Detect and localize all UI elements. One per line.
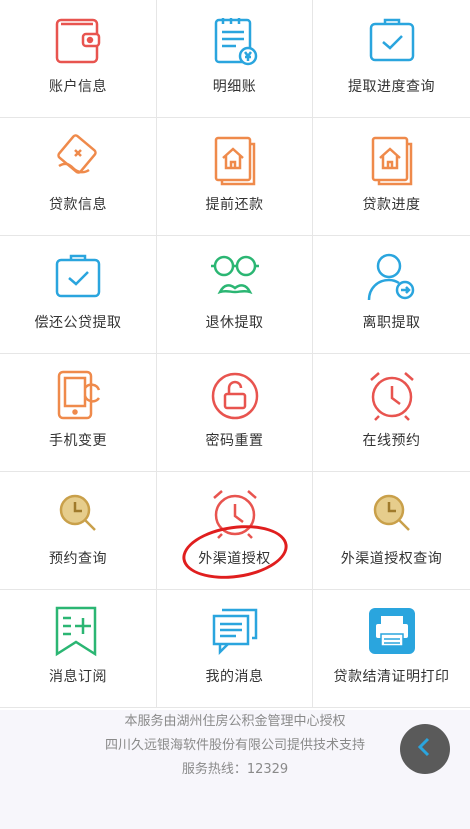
menu-item-external-channel-auth-query[interactable]: 外渠道授权查询 [313,472,470,590]
menu-item-message-subscribe[interactable]: 消息订阅 [0,590,157,708]
wallet-icon [51,14,105,68]
chevron-left-icon [414,736,436,762]
menu-item-phone-change[interactable]: 手机变更 [0,354,157,472]
menu-item-label: 离职提取 [362,315,421,331]
menu-item-withdraw-progress[interactable]: 提取进度查询 [313,0,470,118]
menu-item-label: 在线预约 [362,433,421,449]
menu-item-label: 提取进度查询 [348,79,435,95]
footer: 本服务由湖州住房公积金管理中心授权 四川久远银海软件股份有限公司提供技术支持 服… [0,710,470,829]
menu-item-label: 消息订阅 [49,669,107,685]
menu-item-ledger[interactable]: 明细账 [157,0,313,118]
menu-item-label: 贷款结清证明打印 [333,669,450,685]
footer-hotline: 服务热线：12329 [181,762,289,777]
menu-item-online-booking[interactable]: 在线预约 [313,354,470,472]
menu-item-label: 预约查询 [49,551,107,567]
messages-icon [208,604,262,658]
menu-item-label: 手机变更 [49,433,107,449]
menu-item-my-messages[interactable]: 我的消息 [157,590,313,708]
menu-item-label: 密码重置 [205,433,264,449]
menu-item-loan-settlement-print[interactable]: 贷款结清证明打印 [313,590,470,708]
unlock-icon [208,368,262,422]
search-clock-icon [365,486,419,540]
search-clock-icon [51,486,105,540]
menu-item-resignation-withdraw[interactable]: 离职提取 [313,236,470,354]
menu-item-label: 明细账 [212,79,257,95]
house-document-icon [208,132,262,186]
alarm-clock-icon [208,486,262,540]
clipboard-check-icon [365,14,419,68]
menu-item-loan-progress[interactable]: 贷款进度 [313,118,470,236]
menu-item-label: 偿还公贷提取 [34,315,122,331]
menu-item-repay-loan-withdraw[interactable]: 偿还公贷提取 [0,236,157,354]
phone-refresh-icon [51,368,105,422]
menu-item-label: 外渠道授权查询 [340,551,443,567]
menu-item-booking-query[interactable]: 预约查询 [0,472,157,590]
service-grid: 账户信息 明细账 提取进度查询 贷款信息 提前还款 贷款进度 偿还公贷提取 退休… [0,0,470,710]
menu-item-label: 退休提取 [205,315,264,331]
clipboard-check-icon [51,250,105,304]
menu-item-early-repayment[interactable]: 提前还款 [157,118,313,236]
footer-authorization: 本服务由湖州住房公积金管理中心授权 [124,714,346,729]
menu-item-label: 外渠道授权 [198,551,271,567]
menu-item-label: 我的消息 [205,669,264,685]
menu-item-password-reset[interactable]: 密码重置 [157,354,313,472]
menu-item-account-info[interactable]: 账户信息 [0,0,157,118]
menu-item-label: 贷款信息 [49,197,107,213]
menu-item-label: 贷款进度 [362,197,421,213]
printer-icon [365,604,419,658]
back-button[interactable] [400,724,450,774]
menu-item-label: 提前还款 [205,197,264,213]
user-exit-icon [365,250,419,304]
ledger-icon [208,14,262,68]
menu-item-external-channel-auth[interactable]: 外渠道授权 [157,472,313,590]
subscribe-icon [51,604,105,658]
alarm-clock-icon [365,368,419,422]
menu-item-retirement-withdraw[interactable]: 退休提取 [157,236,313,354]
menu-item-loan-info[interactable]: 贷款信息 [0,118,157,236]
menu-item-label: 账户信息 [49,79,107,95]
house-document-icon [365,132,419,186]
glasses-mustache-icon [208,250,262,304]
loan-info-icon [51,132,105,186]
